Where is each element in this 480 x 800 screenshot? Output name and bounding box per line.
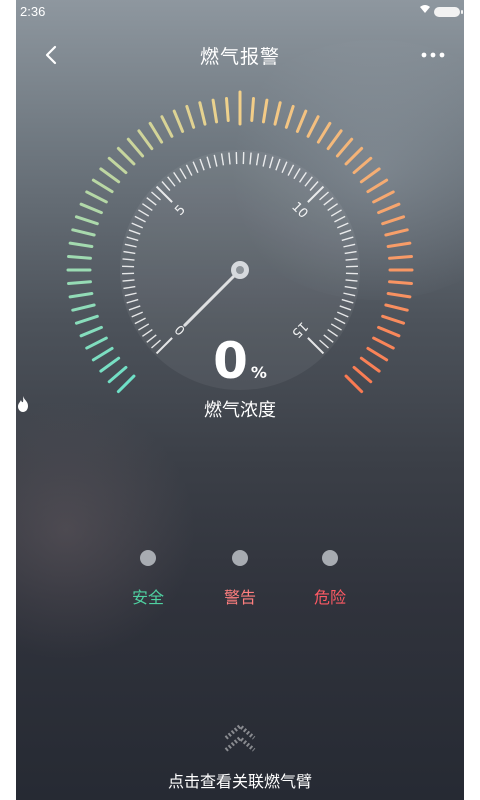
outer-tick <box>306 115 320 138</box>
outer-tick <box>68 241 94 249</box>
status-time: 2:36 <box>20 4 46 19</box>
level-safe-label: 安全 <box>131 588 164 607</box>
outer-tick <box>359 167 381 184</box>
outer-tick <box>126 137 145 158</box>
flame-icon <box>18 396 28 412</box>
outer-tick <box>388 255 413 260</box>
level-danger-label: 危险 <box>313 588 346 607</box>
level-safe-dot <box>140 550 156 566</box>
outer-tick <box>79 202 103 215</box>
outer-tick <box>384 303 409 312</box>
outer-tick <box>67 280 92 285</box>
outer-tick <box>99 167 121 184</box>
more-button[interactable] <box>416 44 450 66</box>
outer-tick <box>316 121 332 144</box>
outer-tick <box>386 291 412 299</box>
footer: 点击查看关联燃气臂 <box>16 716 464 800</box>
battery-icon <box>434 7 463 17</box>
view-linked-arm-link[interactable]: 点击查看关联燃气臂 <box>16 768 464 792</box>
outer-tick <box>273 101 282 126</box>
outer-tick <box>71 228 96 237</box>
outer-tick <box>372 190 395 204</box>
outer-tick <box>250 97 255 122</box>
outer-tick <box>381 215 406 226</box>
outer-tick <box>295 109 308 133</box>
level-safe: 安全 <box>108 550 188 608</box>
outer-tick <box>284 104 295 129</box>
outer-tick <box>160 115 174 138</box>
outer-tick <box>225 97 230 122</box>
gas-gauge: 0 5 10 15 0% 燃气浓度 <box>16 80 464 440</box>
outer-tick <box>74 314 99 325</box>
outer-tick <box>335 137 354 158</box>
outer-tick <box>71 303 96 312</box>
outer-tick <box>352 156 373 175</box>
outer-tick <box>326 129 343 151</box>
double-chevron-up-icon <box>224 723 256 752</box>
level-danger-dot <box>322 550 338 566</box>
outer-tick <box>148 121 164 144</box>
outer-tick <box>388 280 413 285</box>
gauge-value-number: 0 <box>213 332 249 390</box>
gauge-value: 0% <box>16 332 464 390</box>
outer-tick <box>68 291 94 299</box>
level-warning-label: 警告 <box>223 588 256 607</box>
page-title: 燃气报警 <box>199 46 280 68</box>
outer-tick <box>381 314 406 325</box>
top-bar: 燃气报警 <box>16 30 464 80</box>
more-dots-icon <box>421 52 445 58</box>
outer-tick <box>261 98 269 124</box>
expand-button[interactable] <box>222 720 258 756</box>
outer-tick <box>91 178 114 194</box>
outer-tick <box>384 228 409 237</box>
wifi-icon <box>420 4 430 17</box>
level-danger: 危险 <box>290 550 370 608</box>
level-indicators: 安全 警告 危险 <box>16 550 464 610</box>
outer-tick <box>185 104 196 129</box>
status-bar: 2:36 <box>16 0 464 24</box>
outer-tick <box>211 98 219 124</box>
gauge-label: 燃气浓度 <box>16 396 464 422</box>
outer-tick <box>107 156 128 175</box>
gauge-label-text: 燃气浓度 <box>204 400 276 421</box>
outer-tick <box>366 178 389 194</box>
outer-tick <box>198 101 207 126</box>
outer-tick <box>85 190 108 204</box>
outer-tick <box>137 129 154 151</box>
outer-tick <box>116 146 136 166</box>
outer-tick <box>377 202 401 215</box>
level-warning-dot <box>232 550 248 566</box>
outer-tick <box>344 146 364 166</box>
outer-tick <box>386 241 412 249</box>
outer-tick <box>172 109 185 133</box>
gas-alarm-screen: 2:36 燃气报警 0 5 10 15 0% 燃气浓度 安全 警告 危险 点击查… <box>16 0 464 800</box>
outer-tick <box>74 215 99 226</box>
gauge-value-unit: % <box>250 363 267 382</box>
outer-tick <box>67 255 92 260</box>
level-warning: 警告 <box>200 550 280 608</box>
